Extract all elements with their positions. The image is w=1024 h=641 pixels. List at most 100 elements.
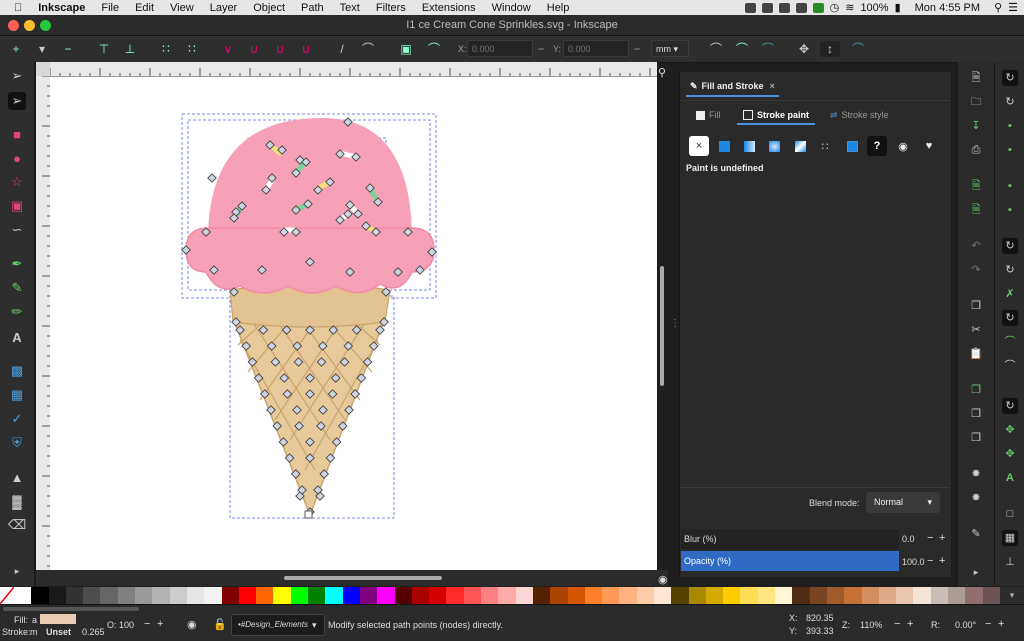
- path-effect-icon[interactable]: ⌒: [850, 41, 866, 57]
- open-file-icon[interactable]: 🗀: [968, 94, 984, 110]
- close-window-button[interactable]: [8, 20, 19, 31]
- palette-swatch[interactable]: [273, 587, 291, 604]
- palette-swatch[interactable]: [169, 587, 187, 604]
- selector-tool-icon[interactable]: ➢: [8, 67, 26, 85]
- radial-gradient-button[interactable]: [764, 136, 784, 156]
- no-paint-swatch[interactable]: [0, 586, 15, 605]
- palette-swatch[interactable]: [550, 587, 568, 604]
- fill-rule-evenodd-icon[interactable]: ◉: [893, 136, 913, 156]
- palette-swatch[interactable]: [896, 587, 914, 604]
- spiral-tool-icon[interactable]: ∽: [8, 221, 26, 239]
- more-tools-icon[interactable]: ▸: [8, 562, 26, 580]
- palette-swatch[interactable]: [878, 587, 897, 604]
- mesh-tool-icon[interactable]: ▦: [8, 386, 26, 404]
- palette-swatch[interactable]: [31, 587, 49, 604]
- snap-rotation-center-icon[interactable]: ✥: [1002, 446, 1018, 462]
- import-icon[interactable]: 🗎: [968, 178, 984, 194]
- tray-icon[interactable]: [761, 2, 773, 13]
- opacity-input[interactable]: 100: [119, 620, 134, 630]
- palette-swatch[interactable]: [948, 587, 966, 604]
- stroke-to-path-icon[interactable]: ⌒: [426, 41, 442, 57]
- chevron-down-icon[interactable]: ▾: [34, 41, 50, 57]
- menu-window[interactable]: Window: [492, 2, 531, 14]
- snap-page-border-icon[interactable]: □: [1002, 506, 1018, 522]
- snap-object-center-icon[interactable]: ✥: [1002, 422, 1018, 438]
- join-nodes-icon[interactable]: ⊤: [96, 41, 112, 57]
- palette-swatch[interactable]: [705, 587, 724, 604]
- bounding-box-icon[interactable]: ↕: [820, 41, 840, 57]
- menu-layer[interactable]: Layer: [210, 2, 238, 14]
- tab-fill-and-stroke[interactable]: ✎ Fill and Stroke ×: [686, 77, 779, 97]
- palette-swatch[interactable]: [186, 587, 205, 604]
- snap-cusp-icon[interactable]: ↻: [1002, 310, 1018, 326]
- opacity-minus-button[interactable]: −: [927, 555, 933, 567]
- menu-object[interactable]: Object: [253, 2, 285, 14]
- linear-gradient-button[interactable]: [739, 136, 759, 156]
- fill-rule-nonzero-icon[interactable]: ♥: [919, 136, 939, 156]
- x-coordinate-input[interactable]: 0.000: [467, 40, 533, 57]
- spray-tool-icon[interactable]: ▓: [8, 492, 26, 510]
- palette-swatch[interactable]: [757, 587, 776, 604]
- join-segment-icon[interactable]: ∷: [158, 41, 174, 57]
- color-manage-icon[interactable]: ◉: [658, 573, 668, 586]
- palette-swatch[interactable]: [809, 587, 827, 604]
- palette-swatch[interactable]: [775, 587, 793, 604]
- palette-swatch[interactable]: [290, 587, 309, 604]
- palette-swatch[interactable]: [135, 587, 153, 604]
- smooth-node-icon[interactable]: ∪: [246, 41, 262, 57]
- snap-guide-icon[interactable]: ⊥: [1002, 554, 1018, 570]
- symmetric-node-icon[interactable]: ∪: [272, 41, 288, 57]
- palette-menu-icon[interactable]: ▾: [1000, 587, 1024, 604]
- palette-swatch[interactable]: [792, 587, 810, 604]
- layer-lock-icon[interactable]: 🔓: [213, 618, 227, 631]
- ellipse-tool-icon[interactable]: ●: [8, 149, 26, 167]
- palette-swatch[interactable]: [515, 587, 533, 604]
- calligraphy-tool-icon[interactable]: ✏: [8, 303, 26, 321]
- palette-swatch[interactable]: [48, 587, 66, 604]
- blur-plus-button[interactable]: +: [939, 532, 945, 544]
- snap-smooth-icon[interactable]: ⌒: [1002, 334, 1018, 350]
- palette-swatch[interactable]: [913, 587, 931, 604]
- export-icon[interactable]: 🗎: [968, 202, 984, 218]
- 3d-box-tool-icon[interactable]: ▣: [8, 197, 26, 215]
- apple-icon[interactable]: : [14, 2, 22, 14]
- cut-icon[interactable]: ✂: [968, 322, 984, 338]
- palette-swatch[interactable]: [826, 587, 845, 604]
- minimize-window-button[interactable]: [24, 20, 35, 31]
- snap-bbox-icon[interactable]: ↻: [1002, 94, 1018, 110]
- zoom-input[interactable]: 110%: [860, 620, 882, 630]
- show-handles-icon[interactable]: ⌒: [708, 41, 724, 57]
- snap-midpoint-icon[interactable]: ▪: [1002, 178, 1018, 194]
- palette-swatch[interactable]: [463, 587, 482, 604]
- redo-icon[interactable]: ↷: [968, 262, 984, 278]
- edit-clip-icon[interactable]: ⌒: [760, 41, 776, 57]
- zoom-window-button[interactable]: [40, 20, 51, 31]
- break-path-icon[interactable]: ⊥: [122, 41, 138, 57]
- layer-select[interactable]: •#Design_Elements ▾: [231, 614, 325, 636]
- snap-path-icon[interactable]: ↻: [1002, 262, 1018, 278]
- spotlight-icon[interactable]: ⚲: [994, 1, 1002, 14]
- palette-swatch[interactable]: [325, 587, 343, 604]
- text-tool-icon[interactable]: A: [8, 328, 26, 346]
- palette-swatch[interactable]: [567, 587, 585, 604]
- palette-swatch[interactable]: [982, 587, 1000, 604]
- pencil-tool-icon[interactable]: ✎: [8, 279, 26, 297]
- battery-percent[interactable]: 100%: [860, 2, 888, 14]
- tray-icon[interactable]: [795, 2, 807, 13]
- delete-node-icon[interactable]: −: [60, 41, 76, 57]
- flat-color-button[interactable]: [714, 136, 734, 156]
- palette-swatch[interactable]: [117, 587, 136, 604]
- menu-edit[interactable]: Edit: [135, 2, 154, 14]
- snap-bbox-corner-icon[interactable]: ▪: [1002, 142, 1018, 158]
- paint-bucket-tool-icon[interactable]: ⛨: [8, 434, 26, 452]
- object-to-path-icon[interactable]: ▣: [398, 41, 414, 57]
- zoom-minus-button[interactable]: −: [894, 618, 900, 630]
- eraser-tool-icon[interactable]: ⌫: [8, 516, 26, 534]
- tray-icon[interactable]: [778, 2, 790, 13]
- clock-icon[interactable]: ◷: [830, 1, 840, 14]
- node-handle[interactable]: [207, 173, 217, 183]
- save-icon[interactable]: ↧: [968, 118, 984, 134]
- palette-swatch[interactable]: [653, 587, 672, 604]
- menu-file[interactable]: File: [101, 2, 119, 14]
- palette-swatch[interactable]: [688, 587, 706, 604]
